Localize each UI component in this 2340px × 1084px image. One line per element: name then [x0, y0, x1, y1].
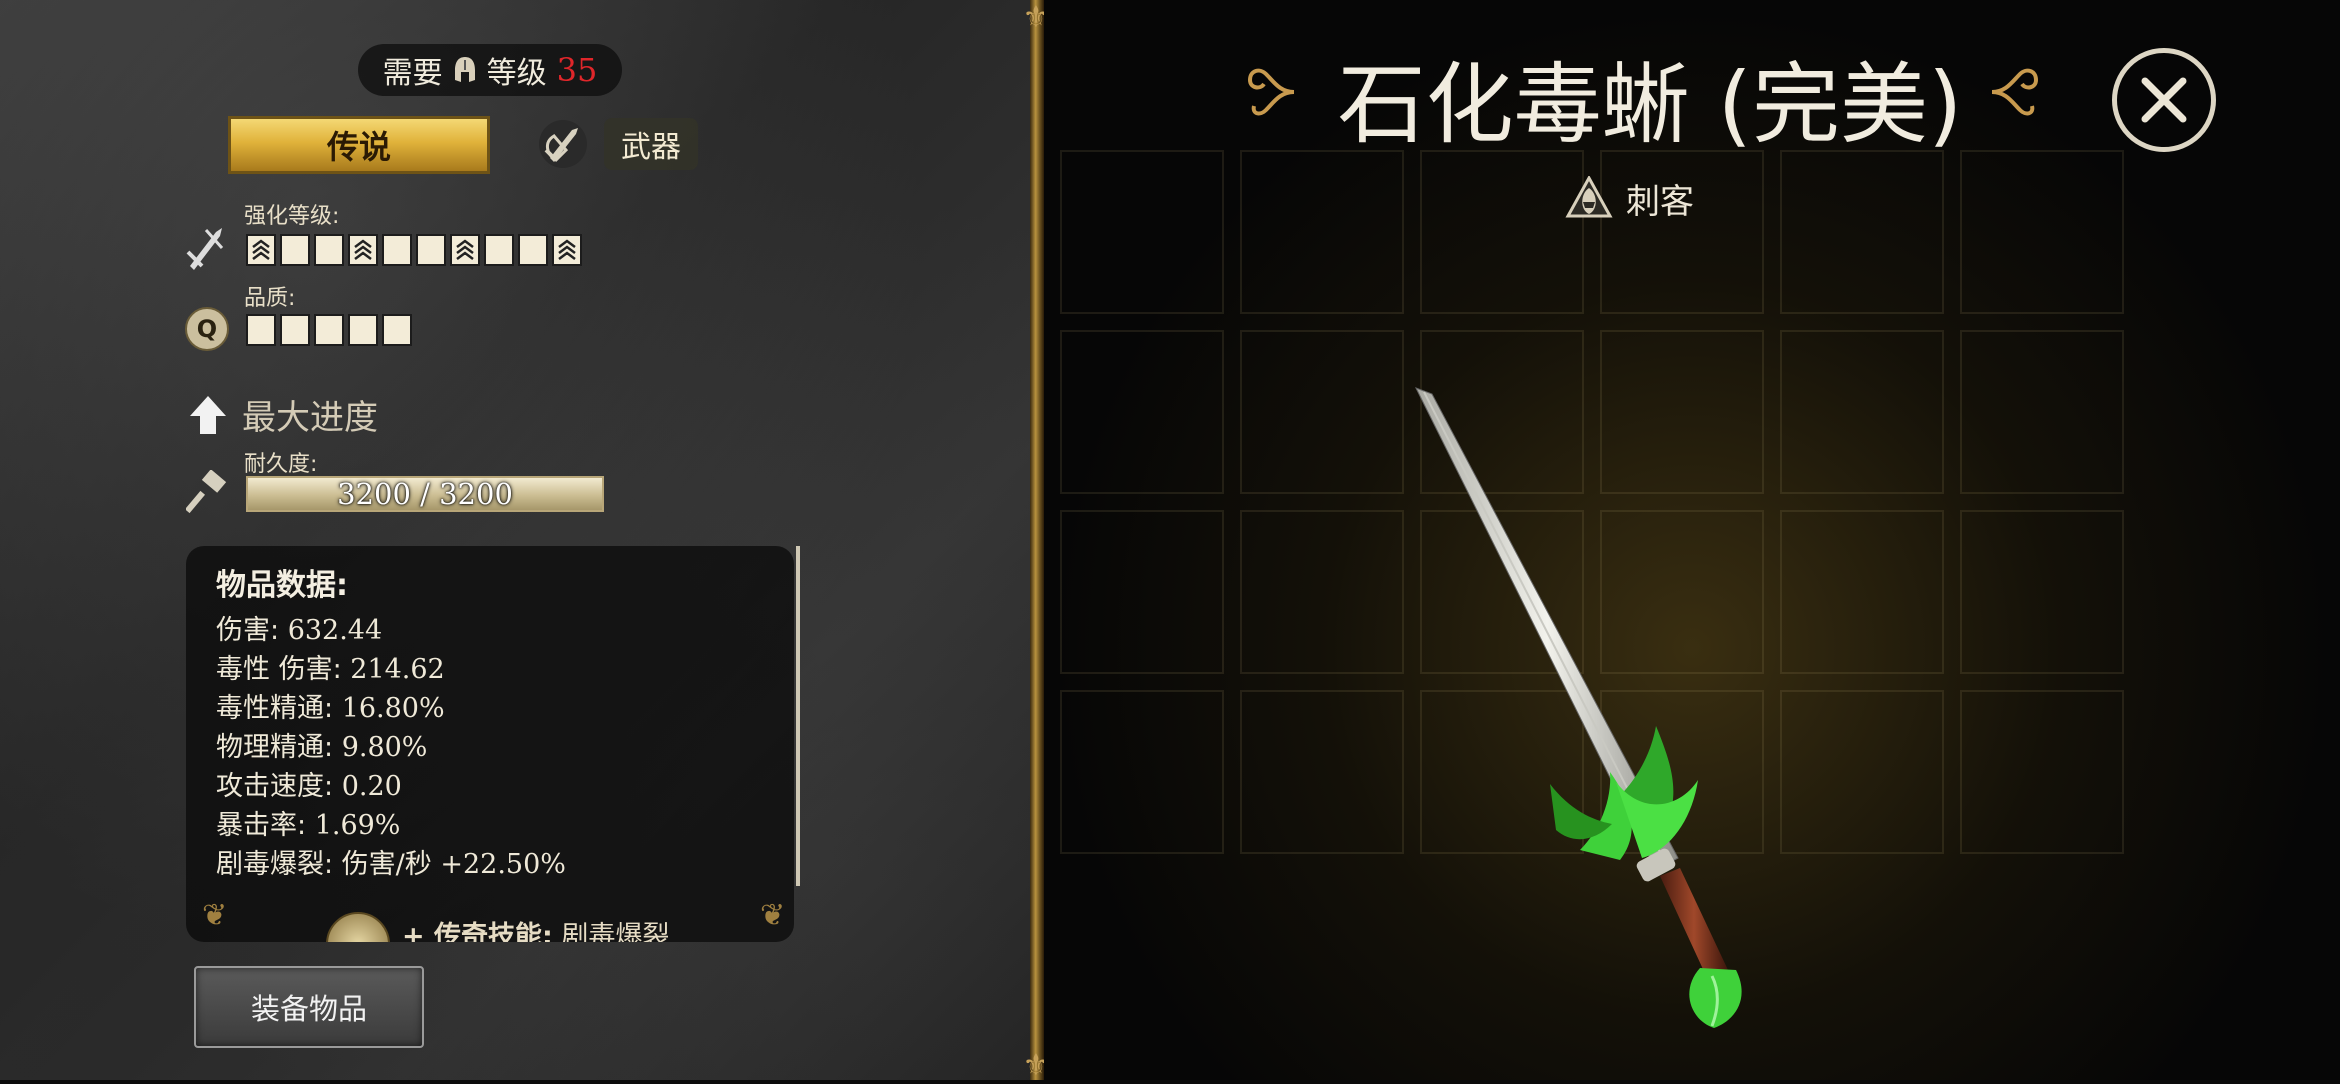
max-progress: 最大进度 — [188, 390, 378, 439]
level-requirement: 需要 等级 35 — [358, 44, 622, 96]
stat-row: 毒性精通: 16.80% — [216, 686, 445, 725]
skill-medallion-icon — [326, 912, 390, 942]
ghost-inventory-slot — [1960, 690, 2124, 854]
chevron-up-icon — [456, 239, 474, 260]
quality-cell — [348, 314, 378, 346]
enhance-label: 强化等级: — [244, 204, 340, 229]
stat-value: 9.80% — [341, 732, 428, 763]
legendary-skill-row: ❦ + 传奇技能: 剧毒爆裂 ❦ — [202, 898, 785, 942]
item-stats-box[interactable]: 物品数据: 伤害: 632.44 毒性 伤害: 214.62 毒性精通: 16.80… — [186, 546, 794, 942]
rarity-badge: 传说 — [228, 116, 490, 174]
stat-row: 剧毒爆裂: 伤害/秒 +22.50% — [216, 842, 566, 881]
enhance-cell-filled — [348, 234, 378, 266]
ghost-inventory-slot — [1960, 510, 2124, 674]
ghost-inventory-slot — [1240, 150, 1404, 314]
enhance-cell-empty — [382, 234, 412, 266]
corner-ornament-icon: ❦ — [760, 898, 786, 933]
stats-title: 物品数据: — [216, 568, 348, 603]
enhance-cell-empty — [314, 234, 344, 266]
hammer-icon — [186, 470, 227, 514]
stat-label: 剧毒爆裂: 伤害/秒 — [216, 849, 441, 880]
stat-label: 暴击率: — [216, 810, 315, 841]
requirement-label: 等级 — [486, 56, 547, 91]
stat-value: +22.50% — [440, 849, 566, 880]
ghost-inventory-slot — [1060, 150, 1224, 314]
stat-row: 毒性 伤害: 214.62 — [216, 647, 445, 686]
ghost-inventory-slot — [1060, 510, 1224, 674]
class-name: 刺客 — [1626, 182, 1694, 222]
stat-label: 毒性 伤害: — [216, 654, 351, 685]
quality-cell — [314, 314, 344, 346]
ghost-inventory-slot — [1960, 330, 2124, 494]
stat-value: 1.69% — [314, 810, 401, 841]
equip-item-button[interactable]: 装备物品 — [194, 966, 424, 1048]
stat-row: 物理精通: 9.80% — [216, 725, 427, 764]
item-name-title: 石化毒蜥 (完美) — [1337, 53, 1963, 156]
item-detail-panel: 需要 等级 35 传说 武器 强化等级: 品质: Q 最大进度 耐久度: 320… — [0, 0, 1030, 1080]
stat-label: 毒性精通: — [216, 693, 342, 724]
enhance-cell-empty — [484, 234, 514, 266]
quality-cells — [246, 314, 412, 346]
requirement-prefix: 需要 — [382, 56, 443, 91]
close-button[interactable] — [2112, 48, 2216, 152]
max-progress-label: 最大进度 — [242, 398, 378, 438]
title-left-ornament-icon — [1247, 68, 1295, 116]
requirement-level: 35 — [556, 51, 598, 89]
stat-row: 攻击速度: 0.20 — [216, 764, 402, 803]
stat-value: 632.44 — [287, 615, 383, 646]
close-icon — [2141, 77, 2187, 123]
chevron-up-icon — [558, 239, 576, 260]
stat-row: 伤害: 632.44 — [216, 608, 382, 647]
stat-value: 0.20 — [341, 771, 402, 802]
enhance-icon — [186, 228, 224, 270]
stat-label: 物理精通: — [216, 732, 342, 763]
enhance-cell-filled — [450, 234, 480, 266]
chevron-up-icon — [354, 239, 372, 260]
stat-label: 攻击速度: — [216, 771, 342, 802]
stat-value: 16.80% — [341, 693, 445, 724]
ghost-inventory-slot — [1960, 150, 2124, 314]
durability-label: 耐久度: — [244, 452, 318, 477]
quality-cell — [246, 314, 276, 346]
sword-preview-image — [1414, 387, 1742, 1028]
assassin-hood-icon — [1565, 175, 1613, 217]
corner-ornament-icon: ❦ — [202, 898, 228, 933]
quality-cell — [382, 314, 412, 346]
ghost-inventory-slot — [1420, 150, 1584, 314]
ghost-inventory-slot — [1060, 690, 1224, 854]
durability-bar: 3200 / 3200 — [246, 476, 604, 512]
quality-cell — [280, 314, 310, 346]
svg-text:Q: Q — [197, 315, 217, 343]
enhance-cell-filled — [246, 234, 276, 266]
enhance-cell-filled — [552, 234, 582, 266]
panel-divider — [1030, 0, 1044, 1080]
weapon-category-icon — [539, 120, 587, 168]
chevron-up-icon — [252, 239, 270, 260]
enhance-level-cells — [246, 234, 582, 266]
enhance-cell-empty — [280, 234, 310, 266]
ghost-inventory-slot — [1780, 150, 1944, 314]
enhance-cell-empty — [416, 234, 446, 266]
stats-scrollbar[interactable] — [796, 546, 800, 886]
stat-value: 214.62 — [350, 654, 445, 685]
arrow-up-icon — [190, 395, 226, 434]
ghost-inventory-slot — [1060, 330, 1224, 494]
stat-row: 暴击率: 1.69% — [216, 803, 400, 842]
enhance-cell-empty — [518, 234, 548, 266]
helmet-icon — [454, 57, 475, 82]
quality-label: 品质: — [244, 286, 296, 311]
item-class: 刺客 — [1564, 174, 1694, 223]
title-right-ornament-icon — [1991, 68, 2039, 116]
item-type-badge: 武器 — [604, 118, 698, 170]
durability-value: 3200 / 3200 — [337, 477, 513, 511]
legendary-skill-text: + 传奇技能: 剧毒爆裂 — [402, 921, 670, 942]
stat-label: 伤害: — [216, 615, 288, 646]
quality-icon: Q — [185, 307, 229, 351]
